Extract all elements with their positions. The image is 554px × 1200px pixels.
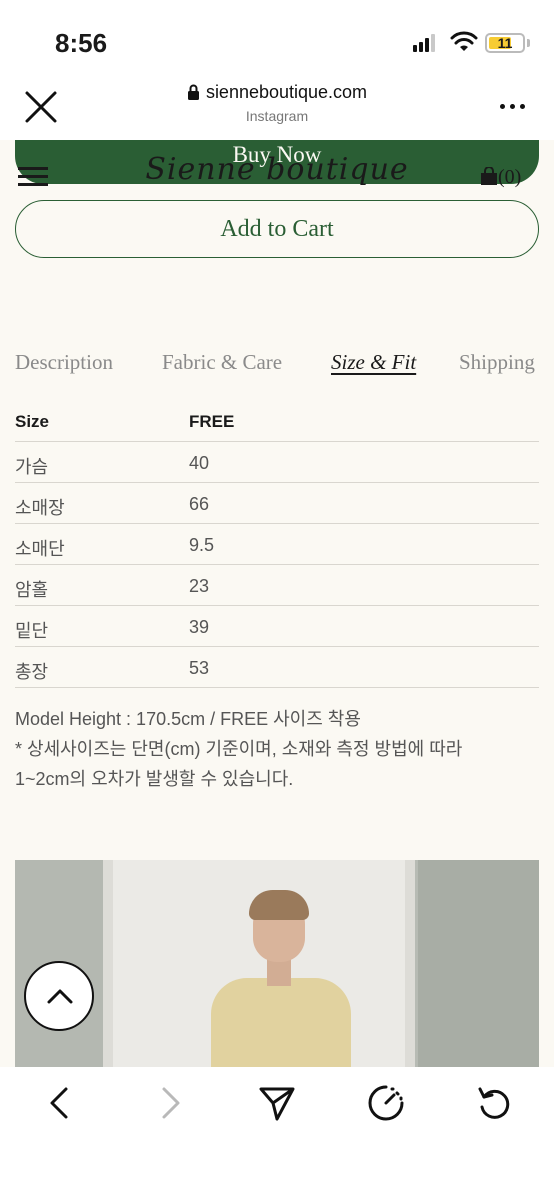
table-row: 소매단 9.5 (15, 524, 539, 565)
signal-icon (413, 34, 439, 52)
url-text: sienneboutique.com (205, 82, 368, 102)
measurement-note: * 상세사이즈는 단면(cm) 기준이며, 소재와 측정 방법에 따라 (15, 739, 463, 759)
row-label: 밑단 (15, 621, 49, 641)
row-value: 9.5 (189, 535, 215, 555)
row-label: 소매장 (15, 498, 65, 518)
browser-header: sienneboutique.com Instagram (0, 80, 554, 140)
tolerance-note: 1~2cm의 오차가 발생할 수 있습니다. (15, 769, 294, 789)
table-header: Size FREE (15, 401, 539, 442)
more-icon[interactable] (498, 102, 528, 112)
reload-icon[interactable] (474, 1083, 514, 1123)
row-label: 암홀 (15, 580, 49, 600)
add-to-cart-button[interactable]: Add to Cart (15, 200, 539, 258)
table-row: 소매장 66 (15, 483, 539, 524)
table-row: 암홀 23 (15, 565, 539, 606)
header-free: FREE (189, 412, 235, 431)
speed-icon[interactable] (366, 1083, 406, 1123)
back-icon[interactable] (40, 1083, 80, 1123)
header-size: Size (15, 412, 50, 431)
wifi-icon (450, 31, 478, 51)
table-row: 가슴 40 (15, 442, 539, 483)
bag-icon (481, 167, 497, 185)
status-bar: 8:56 11 (0, 0, 554, 80)
cart-button[interactable]: (0) (480, 166, 521, 189)
model-height-note: Model Height : 170.5cm / FREE 사이즈 착용 (15, 709, 361, 729)
row-label: 소매단 (15, 539, 65, 559)
tab-shipping[interactable]: Shipping (459, 350, 535, 375)
tab-description[interactable]: Description (15, 350, 113, 375)
row-value: 23 (189, 576, 210, 596)
tab-size-fit[interactable]: Size & Fit (331, 350, 416, 375)
row-value: 40 (189, 453, 210, 473)
cart-count: (0) (498, 166, 522, 188)
status-time: 8:56 (55, 28, 108, 58)
battery-icon: 11 (485, 33, 525, 53)
battery-nub (527, 39, 530, 47)
size-table: Size FREE 가슴 40 소매장 66 소매단 9.5 암홀 23 밑단 … (15, 401, 539, 688)
row-value: 39 (189, 617, 210, 637)
chevron-up-icon (47, 989, 73, 1004)
size-notes: Model Height : 170.5cm / FREE 사이즈 착용 * 상… (15, 704, 539, 794)
product-tabs: Description Fabric & Care Size & Fit Shi… (15, 350, 539, 380)
url-subtitle: Instagram (245, 108, 309, 124)
row-label: 총장 (15, 662, 49, 682)
url-bar[interactable]: sienneboutique.com (0, 82, 554, 103)
product-image (15, 860, 539, 1067)
share-icon[interactable] (257, 1083, 297, 1123)
row-value: 53 (189, 658, 210, 678)
row-value: 66 (189, 494, 210, 514)
brand-logo[interactable]: Sienne boutique (0, 152, 554, 187)
forward-icon[interactable] (150, 1083, 190, 1123)
table-row: 밑단 39 (15, 606, 539, 647)
browser-toolbar (0, 1067, 554, 1200)
table-row: 총장 53 (15, 647, 539, 688)
battery-level: 11 (497, 35, 513, 51)
row-label: 가슴 (15, 457, 49, 477)
scroll-to-top-button[interactable] (24, 961, 94, 1031)
tab-fabric-care[interactable]: Fabric & Care (162, 350, 282, 375)
lock-icon (187, 84, 199, 100)
